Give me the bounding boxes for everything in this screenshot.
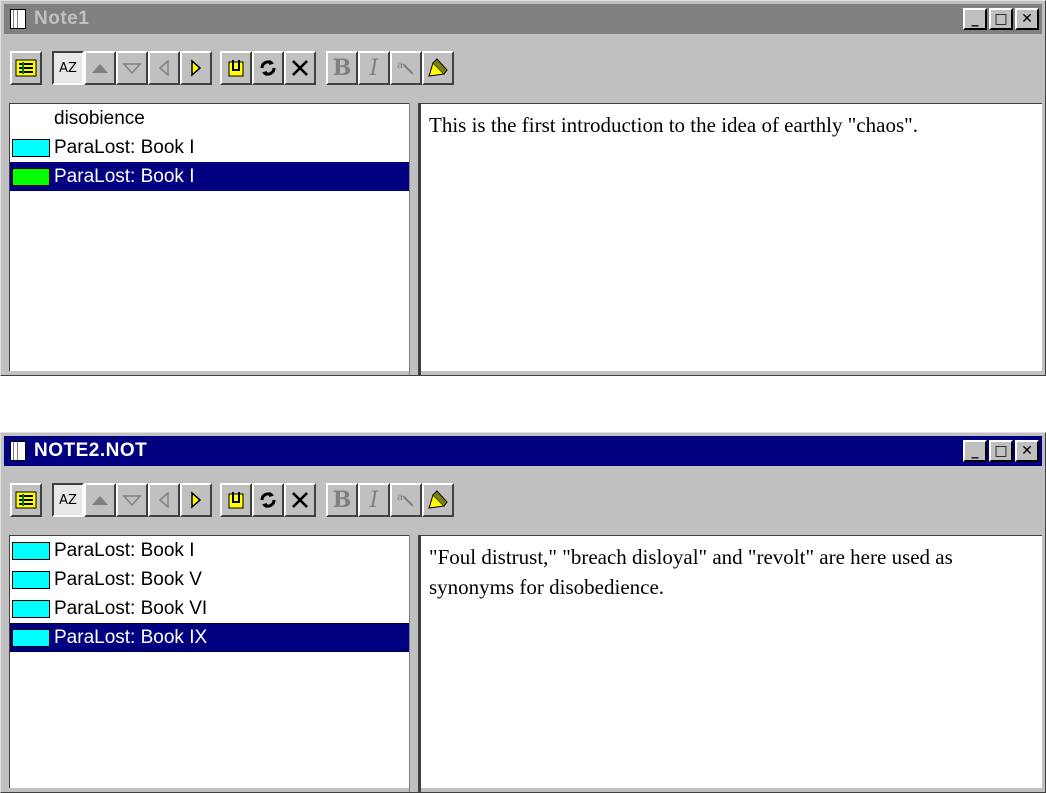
delete-icon [290,490,310,510]
link-list[interactable]: disobience ParaLost: Book I ParaLost: Book… [9,103,410,371]
list-item[interactable]: ParaLost: Book V [10,565,410,594]
sort-az-button[interactable]: AZ [52,483,84,517]
list-item[interactable]: ParaLost: Book IX [10,623,410,652]
refresh-icon [257,57,279,79]
bold-button[interactable]: B [326,51,358,85]
pencil-icon [426,489,450,511]
italic-icon: I [369,487,379,513]
attach-button[interactable] [220,483,252,517]
pencil-icon [426,57,450,79]
color-swatch-icon [12,138,50,157]
minimize-button[interactable]: _ [963,440,987,462]
maximize-button[interactable]: □ [989,8,1013,30]
color-swatch-icon [12,110,50,128]
pane-splitter[interactable] [409,535,421,792]
search-icon: a [395,490,417,510]
minimize-button[interactable]: _ [963,8,987,30]
previous-icon [157,59,171,77]
italic-button[interactable]: I [358,51,390,85]
window-title: NOTE2.NOT [34,440,148,461]
delete-button[interactable] [284,483,316,517]
note-text[interactable]: "Foul distrust," "breach disloyal" and "… [421,536,1042,608]
outline-button[interactable] [10,51,42,85]
document-icon[interactable] [10,441,26,461]
color-swatch-icon [12,570,50,589]
next-icon [189,491,203,509]
sort-az-icon: AZ [59,492,77,508]
list-item[interactable]: ParaLost: Book I [10,536,410,565]
attach-icon [226,58,246,78]
bold-button[interactable]: B [326,483,358,517]
outline-icon [15,491,37,509]
title-bar[interactable]: Note1 _ □ ✕ [4,4,1042,34]
italic-button[interactable]: I [358,483,390,517]
next-button[interactable] [180,51,212,85]
search-button[interactable]: a [390,483,422,517]
note2-window: NOTE2.NOT _ □ ✕ AZ B Ia ParaLost: Book I Pa… [0,432,1046,793]
move-down-icon [122,493,142,507]
delete-icon [290,58,310,78]
refresh-button[interactable] [252,51,284,85]
pane-splitter[interactable] [409,103,421,375]
note1-window: Note1 _ □ ✕ AZ B Ia disobience ParaLost: Bo… [0,0,1046,376]
move-up-icon [90,61,110,75]
sort-az-icon: AZ [59,60,77,76]
search-icon: a [395,58,417,78]
search-button[interactable]: a [390,51,422,85]
link-list[interactable]: ParaLost: Book I ParaLost: Book V ParaLost… [9,535,410,788]
svg-text:a: a [397,492,403,503]
move-up-icon [90,493,110,507]
list-item-label: disobience [54,107,145,129]
sort-az-button[interactable]: AZ [52,51,84,85]
move-up-button[interactable] [84,51,116,85]
document-icon[interactable] [10,9,26,29]
list-item-label: ParaLost: Book I [54,539,195,561]
outline-icon [15,59,37,77]
color-swatch-icon [12,599,50,618]
move-up-button[interactable] [84,483,116,517]
pencil-button[interactable] [422,483,454,517]
toolbar: AZ B Ia [4,37,1042,101]
note-text-pane[interactable]: "Foul distrust," "breach disloyal" and "… [421,535,1042,788]
note-text[interactable]: This is the first introduction to the id… [421,104,1042,146]
list-item[interactable]: disobience [10,104,410,133]
svg-text:a: a [397,60,403,71]
list-item-label: ParaLost: Book IX [54,626,208,648]
bold-icon: B [332,487,352,513]
move-down-button[interactable] [116,483,148,517]
delete-button[interactable] [284,51,316,85]
toolbar: AZ B Ia [4,469,1042,533]
title-bar[interactable]: NOTE2.NOT _ □ ✕ [4,436,1042,466]
close-button[interactable]: ✕ [1015,8,1039,30]
previous-button[interactable] [148,483,180,517]
attach-icon [226,490,246,510]
window-title: Note1 [34,8,90,29]
bold-icon: B [332,55,352,81]
list-item-label: ParaLost: Book VI [54,597,208,619]
list-item[interactable]: ParaLost: Book VI [10,594,410,623]
color-swatch-icon [12,541,50,560]
move-down-icon [122,61,142,75]
list-item-label: ParaLost: Book I [54,165,195,187]
next-button[interactable] [180,483,212,517]
list-item-label: ParaLost: Book V [54,568,202,590]
refresh-button[interactable] [252,483,284,517]
previous-icon [157,491,171,509]
note-text-pane[interactable]: This is the first introduction to the id… [421,103,1042,371]
attach-button[interactable] [220,51,252,85]
close-button[interactable]: ✕ [1015,440,1039,462]
previous-button[interactable] [148,51,180,85]
list-item[interactable]: ParaLost: Book I [10,162,410,191]
next-icon [189,59,203,77]
color-swatch-icon [12,628,50,647]
italic-icon: I [369,55,379,81]
maximize-button[interactable]: □ [989,440,1013,462]
list-item[interactable]: ParaLost: Book I [10,133,410,162]
pencil-button[interactable] [422,51,454,85]
color-swatch-icon [12,167,50,186]
outline-button[interactable] [10,483,42,517]
move-down-button[interactable] [116,51,148,85]
refresh-icon [257,489,279,511]
list-item-label: ParaLost: Book I [54,136,195,158]
